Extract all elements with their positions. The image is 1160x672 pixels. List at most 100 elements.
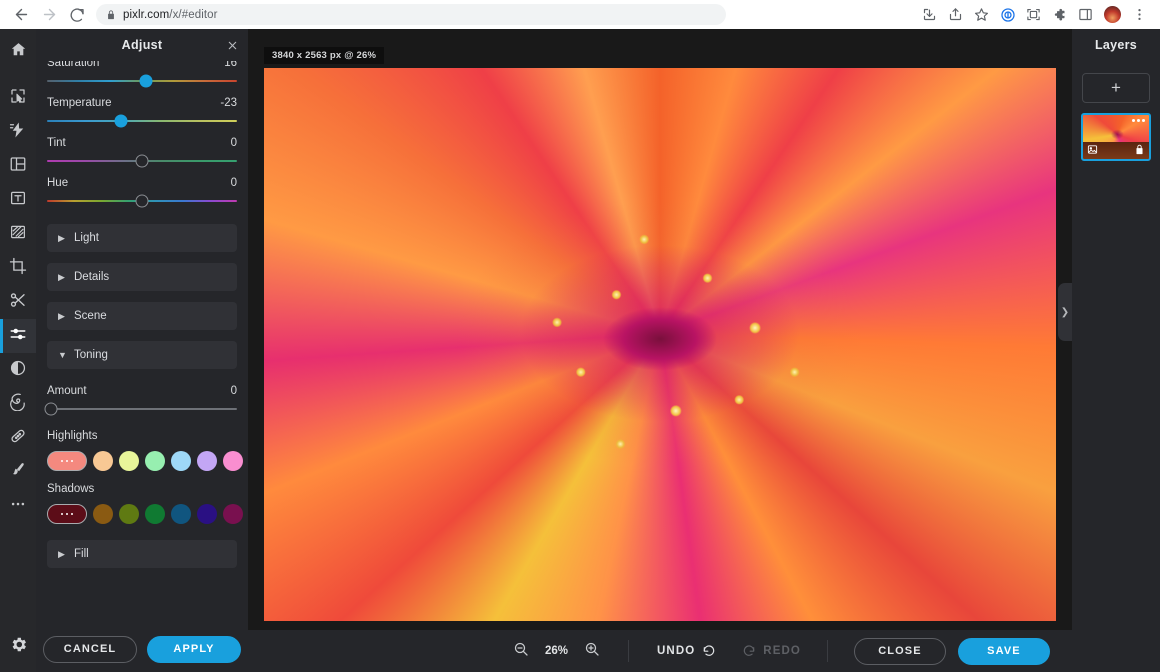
url-bar[interactable]: pixlr.com/x/#editor xyxy=(96,4,726,25)
highlight-swatch[interactable] xyxy=(223,451,243,471)
slider-track[interactable] xyxy=(47,194,237,208)
section-details[interactable]: ▶ Details xyxy=(47,263,237,291)
back-button[interactable] xyxy=(8,2,34,28)
forward-button[interactable] xyxy=(36,2,62,28)
shadow-swatch[interactable] xyxy=(171,504,191,524)
tool-brush[interactable] xyxy=(0,455,36,489)
bookmark-star-icon[interactable] xyxy=(969,2,994,27)
slider-knob[interactable] xyxy=(44,402,58,416)
toolbar-divider xyxy=(628,640,630,662)
slider-track[interactable] xyxy=(47,154,237,168)
install-app-icon[interactable] xyxy=(917,2,942,27)
paint-brush-icon xyxy=(9,461,27,484)
canvas-image[interactable] xyxy=(264,68,1056,621)
shadow-swatch[interactable] xyxy=(197,504,217,524)
highlight-swatch[interactable] xyxy=(93,451,113,471)
shadow-swatch[interactable] xyxy=(223,504,243,524)
three-dot-menu-icon[interactable] xyxy=(1127,2,1152,27)
chevron-right-icon: ▶ xyxy=(58,310,65,321)
shadow-swatch[interactable] xyxy=(119,504,139,524)
slider-knob[interactable] xyxy=(135,154,149,168)
share-icon[interactable] xyxy=(943,2,968,27)
extension-blue-icon[interactable] xyxy=(995,2,1020,27)
slider-track[interactable] xyxy=(47,74,237,88)
puzzle-extensions-icon[interactable] xyxy=(1047,2,1072,27)
slider-temperature[interactable]: Temperature -23 xyxy=(47,97,237,128)
section-toning[interactable]: ▼ Toning xyxy=(47,341,237,369)
save-button[interactable]: SAVE xyxy=(957,637,1050,665)
toolbar-divider xyxy=(826,640,828,662)
capture-icon[interactable] xyxy=(1021,2,1046,27)
slider-track[interactable] xyxy=(47,114,237,128)
slider-value: 0 xyxy=(230,385,237,397)
redo-button[interactable]: REDO xyxy=(742,643,801,660)
canvas-stage[interactable]: 3840 x 2563 px @ 26% ❯ xyxy=(248,29,1072,672)
shadow-swatch[interactable] xyxy=(145,504,165,524)
tool-cutout[interactable] xyxy=(0,285,36,319)
shadow-swatch[interactable] xyxy=(93,504,113,524)
layers-title: Layers xyxy=(1094,38,1138,52)
tool-arrange[interactable] xyxy=(0,81,36,115)
highlight-swatch[interactable] xyxy=(145,451,165,471)
tool-effects[interactable] xyxy=(0,115,36,149)
tool-text[interactable] xyxy=(0,183,36,217)
lock-icon[interactable] xyxy=(1133,143,1146,156)
cancel-button[interactable]: CANCEL xyxy=(43,635,137,663)
tool-contrast[interactable] xyxy=(0,353,36,387)
close-icon[interactable] xyxy=(222,35,242,55)
url-text: pixlr.com/x/#editor xyxy=(123,8,218,21)
highlights-label: Highlights xyxy=(47,430,98,442)
undo-button[interactable]: UNDO xyxy=(657,643,716,660)
tool-layout[interactable] xyxy=(0,149,36,183)
slider-value: 0 xyxy=(230,177,237,189)
slider-amount[interactable]: Amount 0 xyxy=(44,385,237,416)
zoom-level: 26% xyxy=(545,645,569,657)
adjust-panel-body[interactable]: Saturation 16 Temperature -23 Tint 0 Hue… xyxy=(36,61,248,626)
tool-pattern[interactable] xyxy=(0,217,36,251)
more-dots-icon xyxy=(9,495,27,518)
slider-knob[interactable] xyxy=(114,114,128,128)
undo-label: UNDO xyxy=(657,645,696,657)
add-layer-button[interactable]: + xyxy=(1082,73,1150,103)
tool-heal[interactable] xyxy=(0,421,36,455)
highlight-swatch-current[interactable] xyxy=(47,451,87,471)
section-scene[interactable]: ▶ Scene xyxy=(47,302,237,330)
section-light[interactable]: ▶ Light xyxy=(47,224,237,252)
tool-more[interactable] xyxy=(0,489,36,523)
tool-adjust[interactable] xyxy=(0,319,36,353)
scissors-icon xyxy=(9,291,27,314)
tool-home[interactable] xyxy=(0,35,36,69)
avatar[interactable] xyxy=(1104,6,1121,23)
section-fill[interactable]: ▶ Fill xyxy=(47,540,237,568)
zoom-in-icon[interactable] xyxy=(584,641,600,662)
zoom-out-icon[interactable] xyxy=(513,641,529,662)
slider-track[interactable] xyxy=(44,402,237,416)
history-controls: UNDO REDO xyxy=(657,643,801,660)
layer-item[interactable] xyxy=(1081,113,1151,161)
highlight-swatch[interactable] xyxy=(171,451,191,471)
adjust-panel-header: Adjust xyxy=(36,29,248,61)
section-label: Fill xyxy=(74,548,89,560)
slider-knob[interactable] xyxy=(135,194,149,208)
layers-collapse-handle[interactable]: ❯ xyxy=(1058,283,1072,341)
tool-liquify[interactable] xyxy=(0,387,36,421)
apply-button[interactable]: APPLY xyxy=(147,635,241,663)
layer-menu-icon[interactable] xyxy=(1132,119,1145,122)
settings-button[interactable] xyxy=(0,630,36,664)
side-panel-icon[interactable] xyxy=(1073,2,1098,27)
slider-saturation[interactable]: Saturation 16 xyxy=(47,61,237,88)
slider-knob[interactable] xyxy=(139,74,153,88)
tool-crop[interactable] xyxy=(0,251,36,285)
slider-tint[interactable]: Tint 0 xyxy=(47,137,237,168)
highlight-swatch[interactable] xyxy=(197,451,217,471)
panel-title: Adjust xyxy=(121,38,163,52)
close-button[interactable]: CLOSE xyxy=(853,637,946,665)
highlight-swatch[interactable] xyxy=(119,451,139,471)
sliders-icon xyxy=(9,325,27,348)
redo-label: REDO xyxy=(763,645,801,657)
reload-button[interactable] xyxy=(64,2,90,28)
slider-hue[interactable]: Hue 0 xyxy=(47,177,237,208)
shadow-swatch-current[interactable] xyxy=(47,504,87,524)
slider-label: Hue xyxy=(47,177,69,189)
slider-value: 0 xyxy=(230,137,237,149)
